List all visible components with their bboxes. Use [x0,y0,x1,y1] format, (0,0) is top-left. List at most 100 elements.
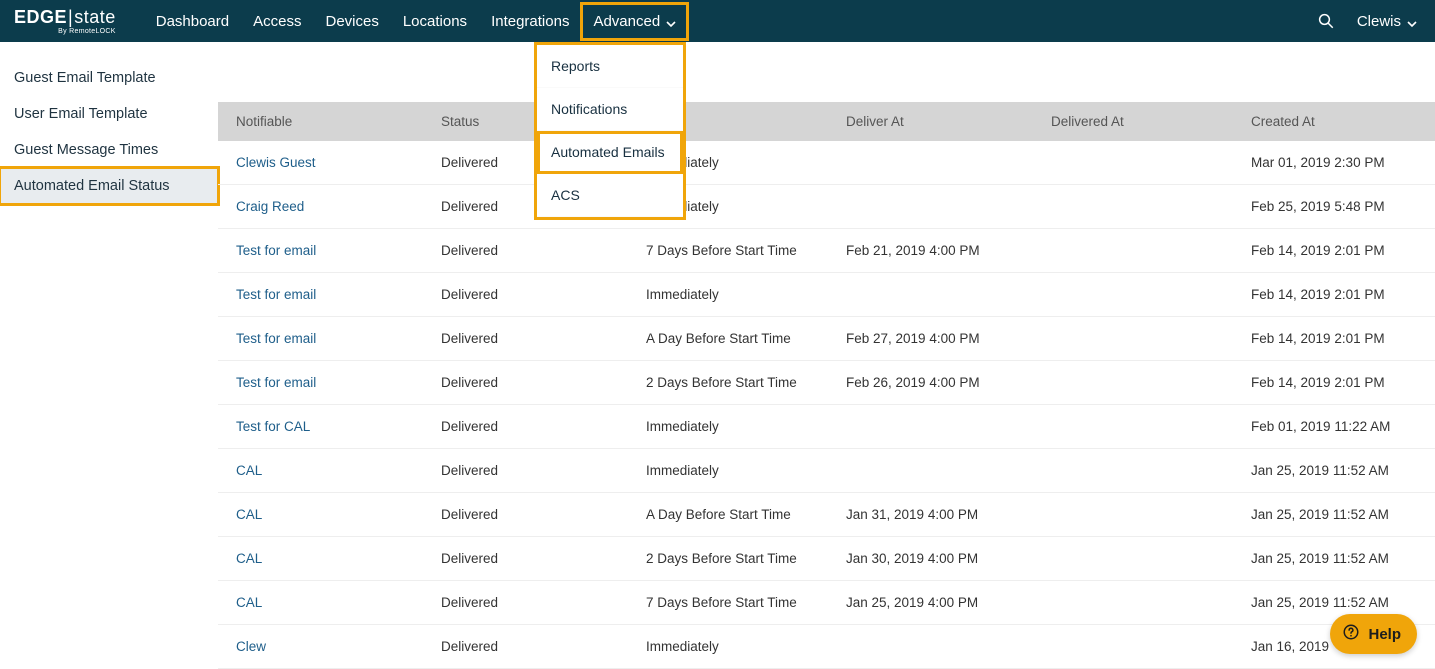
cell-created-at: Mar 01, 2019 2:30 PM [1233,141,1435,185]
table-row: CALDelivered7 Days Before Start TimeJan … [218,581,1435,625]
cell-created-at: Feb 01, 2019 11:22 AM [1233,405,1435,449]
cell-delivered-at [1033,361,1233,405]
cell-notifiable[interactable]: Test for CAL [218,405,423,449]
advanced-dropdown: Reports Notifications Automated Emails A… [534,42,686,220]
table-row: Craig ReedDeliveredImmediatelyFeb 25, 20… [218,185,1435,229]
brand-logo-text: EDGE|state [14,8,116,26]
cell-created-at: Feb 14, 2019 2:01 PM [1233,229,1435,273]
cell-deliver-at: Feb 26, 2019 4:00 PM [828,361,1033,405]
cell-time: Immediately [628,273,828,317]
cell-deliver-at [828,273,1033,317]
dropdown-acs[interactable]: ACS [537,174,683,217]
table-row: Test for emailDeliveredImmediately Feb 14… [218,273,1435,317]
cell-status: Delivered [423,317,628,361]
cell-notifiable[interactable]: Test for email [218,229,423,273]
brand-right: state [74,7,116,27]
sidebar-automated-email-status[interactable]: Automated Email Status [0,168,218,204]
nav-dashboard[interactable]: Dashboard [144,3,241,40]
cell-time: 7 Days Before Start Time [628,581,828,625]
cell-delivered-at [1033,449,1233,493]
cell-deliver-at [828,185,1033,229]
table-header-row: Notifiable Status Time Deliver At Delive… [218,102,1435,141]
cell-status: Delivered [423,449,628,493]
cell-deliver-at [828,405,1033,449]
cell-time: 2 Days Before Start Time [628,361,828,405]
cell-notifiable[interactable]: Clew [218,625,423,669]
dropdown-notifications[interactable]: Notifications [537,88,683,131]
topbar: EDGE|state By RemoteLOCK Dashboard Acces… [0,0,1435,42]
dropdown-automated-emails[interactable]: Automated Emails [537,131,683,174]
cell-time: Immediately [628,625,828,669]
user-menu[interactable]: Clewis [1357,13,1417,30]
table-row: CALDelivered2 Days Before Start TimeJan … [218,537,1435,581]
cell-status: Delivered [423,581,628,625]
help-icon [1342,623,1360,645]
table-row: Test for emailDelivered7 Days Before Sta… [218,229,1435,273]
cell-status: Delivered [423,273,628,317]
nav-advanced[interactable]: Advanced [581,3,688,40]
help-button[interactable]: Help [1330,614,1417,654]
cell-delivered-at [1033,493,1233,537]
nav-advanced-label: Advanced [593,13,660,30]
nav-devices[interactable]: Devices [313,3,390,40]
cell-notifiable[interactable]: Clewis Guest [218,141,423,185]
cell-deliver-at: Jan 25, 2019 4:00 PM [828,581,1033,625]
cell-notifiable[interactable]: Test for email [218,273,423,317]
cell-created-at: Feb 14, 2019 2:01 PM [1233,317,1435,361]
search-icon[interactable] [1317,12,1335,30]
cell-created-at: Feb 14, 2019 2:01 PM [1233,361,1435,405]
table-row: Test for emailDeliveredA Day Before Star… [218,317,1435,361]
cell-notifiable[interactable]: CAL [218,537,423,581]
sidebar-user-email-template[interactable]: User Email Template [0,96,218,132]
main-panel: Notifiable Status Time Deliver At Delive… [218,42,1435,669]
cell-notifiable[interactable]: CAL [218,449,423,493]
cell-time: 2 Days Before Start Time [628,537,828,581]
cell-notifiable[interactable]: Craig Reed [218,185,423,229]
primary-nav: Dashboard Access Devices Locations Integ… [144,3,688,40]
col-notifiable[interactable]: Notifiable [218,102,423,141]
cell-status: Delivered [423,625,628,669]
nav-access[interactable]: Access [241,3,313,40]
nav-integrations[interactable]: Integrations [479,3,581,40]
cell-deliver-at [828,625,1033,669]
cell-deliver-at: Jan 31, 2019 4:00 PM [828,493,1033,537]
cell-status: Delivered [423,493,628,537]
cell-deliver-at: Jan 30, 2019 4:00 PM [828,537,1033,581]
cell-created-at: Feb 14, 2019 2:01 PM [1233,273,1435,317]
cell-notifiable[interactable]: Test for email [218,361,423,405]
col-delivered-at[interactable]: Delivered At [1033,102,1233,141]
brand-subtext: By RemoteLOCK [14,28,116,35]
cell-notifiable[interactable]: CAL [218,581,423,625]
cell-time: A Day Before Start Time [628,317,828,361]
cell-created-at: Jan 25, 2019 11:52 AM [1233,449,1435,493]
cell-deliver-at: Feb 21, 2019 4:00 PM [828,229,1033,273]
cell-status: Delivered [423,405,628,449]
cell-created-at: Feb 25, 2019 5:48 PM [1233,185,1435,229]
nav-locations[interactable]: Locations [391,3,479,40]
cell-created-at: Jan 25, 2019 11:52 AM [1233,493,1435,537]
sidebar: Guest Email Template User Email Template… [0,42,218,669]
brand-logo[interactable]: EDGE|state By RemoteLOCK [14,8,116,35]
cell-delivered-at [1033,625,1233,669]
col-created-at[interactable]: Created At [1233,102,1435,141]
chevron-down-icon [666,16,676,26]
cell-delivered-at [1033,317,1233,361]
cell-deliver-at [828,141,1033,185]
cell-time: 7 Days Before Start Time [628,229,828,273]
col-deliver-at[interactable]: Deliver At [828,102,1033,141]
cell-delivered-at [1033,273,1233,317]
cell-time: Immediately [628,405,828,449]
dropdown-reports[interactable]: Reports [537,45,683,88]
sidebar-guest-message-times[interactable]: Guest Message Times [0,132,218,168]
table-row: Test for emailDelivered2 Days Before Sta… [218,361,1435,405]
sidebar-guest-email-template[interactable]: Guest Email Template [0,60,218,96]
table-row: Test for CALDeliveredImmediately Feb 01, … [218,405,1435,449]
help-label: Help [1368,626,1401,643]
topbar-right: Clewis [1317,12,1417,30]
cell-status: Delivered [423,537,628,581]
cell-time: Immediately [628,449,828,493]
cell-notifiable[interactable]: CAL [218,493,423,537]
cell-notifiable[interactable]: Test for email [218,317,423,361]
cell-delivered-at [1033,405,1233,449]
cell-deliver-at: Feb 27, 2019 4:00 PM [828,317,1033,361]
